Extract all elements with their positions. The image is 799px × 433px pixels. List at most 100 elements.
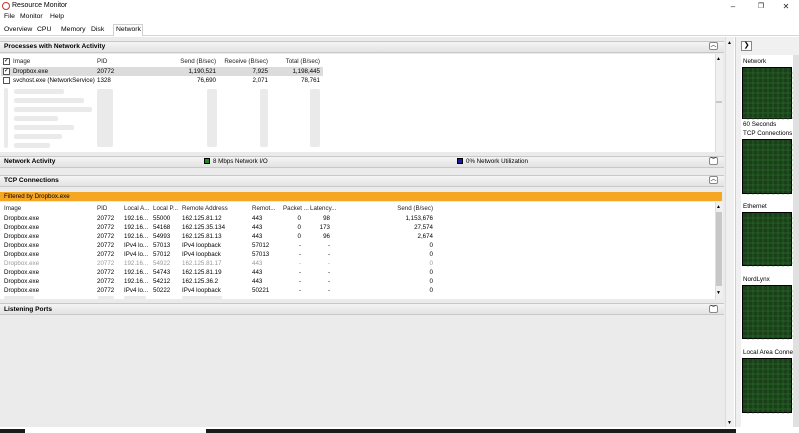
chevron-up-icon[interactable]: ︿: [709, 176, 718, 184]
scroll-down-icon[interactable]: ▼: [716, 290, 721, 296]
col-latency[interactable]: Latency...: [310, 205, 336, 212]
maximize-button[interactable]: ❐: [748, 0, 774, 13]
col-pid[interactable]: PID: [97, 205, 107, 212]
tcp-cell-image: Dropbox.exe: [4, 260, 40, 267]
chevron-down-icon[interactable]: ﹀: [709, 305, 718, 313]
chevron-up-icon[interactable]: ︿: [709, 42, 718, 50]
tcp-cell-rport: 57013: [252, 251, 270, 258]
graph-scrollbar[interactable]: [793, 55, 799, 427]
process-pid: 1328: [97, 77, 111, 84]
tab-network[interactable]: Network: [116, 26, 141, 33]
tcp-cell-lport: 57012: [153, 251, 171, 258]
tcp-cell-image: Dropbox.exe: [4, 269, 40, 276]
tab-disk[interactable]: Disk: [91, 26, 104, 33]
col-total[interactable]: Total (B/sec): [272, 58, 320, 65]
col-send[interactable]: Send (B/sec): [160, 58, 216, 65]
chevron-down-icon[interactable]: ﹀: [709, 157, 718, 165]
row-checkbox[interactable]: [3, 77, 10, 84]
col-remote-address[interactable]: Remote Address: [182, 205, 228, 212]
col-image[interactable]: Image: [13, 58, 30, 65]
tcp-cell-laddr: 192.16...: [124, 269, 149, 276]
select-all-checkbox[interactable]: ✓: [3, 58, 10, 65]
network-activity-section-header[interactable]: [0, 156, 724, 168]
scroll-up-icon[interactable]: ▲: [716, 204, 721, 210]
tcp-cell-lat: -: [327, 278, 330, 285]
tcp-cell-rport: 443: [252, 215, 263, 222]
processes-section-header[interactable]: [0, 41, 724, 53]
tcp-cell-laddr: IPv4 lo...: [124, 287, 149, 294]
tcp-section-title: TCP Connections: [4, 177, 59, 184]
col-local-address[interactable]: Local A...: [124, 205, 149, 212]
tcp-cell-loss: -: [298, 260, 301, 267]
menu-help[interactable]: Help: [50, 13, 64, 20]
col-send[interactable]: Send (B/sec): [380, 205, 433, 212]
tcp-cell-lat: 96: [323, 233, 330, 240]
graph-title-tcp: TCP Connections: [743, 130, 793, 137]
ethernet-graph: [742, 212, 793, 267]
tcp-cell-send: 1,153,676: [405, 215, 433, 222]
listening-ports-section-header[interactable]: [0, 303, 724, 315]
tcp-cell-lat: 98: [323, 215, 330, 222]
main-scrollbar[interactable]: [725, 37, 734, 427]
tcp-cell-raddr: 162.125.81.13: [182, 233, 222, 240]
expand-button[interactable]: ❯: [741, 41, 752, 51]
tcp-cell-pid: 20772: [97, 242, 115, 249]
network-io-legend-swatch: [204, 158, 210, 164]
tcp-cell-loss: -: [298, 242, 301, 249]
tcp-cell-pid: 20772: [97, 251, 115, 258]
tab-memory[interactable]: Memory: [61, 26, 86, 33]
listening-ports-title: Listening Ports: [4, 306, 52, 313]
tab-overview[interactable]: Overview: [4, 26, 32, 33]
minimize-button[interactable]: –: [720, 0, 746, 13]
scroll-thumb[interactable]: [716, 101, 722, 103]
tcp-cell-loss: -: [298, 278, 301, 285]
tcp-cell-raddr: 162.125.36.2: [182, 278, 219, 285]
scroll-down-icon[interactable]: ▼: [727, 420, 732, 426]
col-remote-port[interactable]: Remot...: [252, 205, 275, 212]
tcp-cell-image: Dropbox.exe: [4, 224, 40, 231]
network-utilization-legend-swatch: [457, 158, 463, 164]
menu-monitor[interactable]: Monitor: [20, 13, 43, 20]
tcp-cell-pid: 20772: [97, 260, 115, 267]
tcp-cell-rport: 50221: [252, 287, 270, 294]
tcp-cell-laddr: 192.16...: [124, 260, 149, 267]
processes-scrollbar[interactable]: [715, 54, 723, 152]
process-pid: 20772: [97, 68, 115, 75]
tcp-cell-loss: 0: [297, 215, 301, 222]
blurred-rows: [2, 86, 324, 150]
title-bar: [0, 0, 799, 13]
graph-title-local-area: Local Area Conne: [743, 349, 794, 356]
tcp-cell-image: Dropbox.exe: [4, 215, 40, 222]
tcp-cell-send: 0: [429, 260, 433, 267]
col-image[interactable]: Image: [4, 205, 21, 212]
tcp-cell-image: Dropbox.exe: [4, 233, 40, 240]
tcp-cell-rport: 443: [252, 224, 263, 231]
tcp-cell-lport: 54212: [153, 278, 171, 285]
col-pid[interactable]: PID: [97, 58, 107, 65]
tab-cpu[interactable]: CPU: [37, 26, 51, 33]
local-area-graph: [742, 358, 793, 414]
tcp-cell-lport: 54922: [153, 260, 171, 267]
tcp-graph: [742, 139, 793, 195]
scroll-up-icon[interactable]: ▲: [727, 40, 732, 46]
col-packet-loss[interactable]: Packet ...: [283, 205, 309, 212]
close-button[interactable]: ✕: [773, 0, 799, 13]
tcp-section-header[interactable]: [0, 175, 724, 187]
tcp-cell-raddr: IPv4 loopback: [182, 287, 221, 294]
menu-file[interactable]: File: [4, 13, 15, 20]
tcp-cell-raddr: 162.125.81.17: [182, 260, 222, 267]
tcp-cell-lat: -: [327, 251, 330, 258]
scroll-up-icon[interactable]: ▲: [716, 56, 721, 62]
tcp-cell-loss: 0: [297, 224, 301, 231]
col-local-port[interactable]: Local P...: [153, 205, 178, 212]
process-receive: 7,925: [252, 68, 268, 75]
tcp-cell-lport: 54743: [153, 269, 171, 276]
col-receive[interactable]: Receive (B/sec): [220, 58, 268, 65]
tcp-cell-loss: -: [298, 251, 301, 258]
network-activity-title: Network Activity: [4, 158, 56, 165]
row-checkbox[interactable]: ✓: [3, 68, 10, 75]
tcp-cell-send: 0: [429, 251, 433, 258]
scroll-thumb[interactable]: [716, 212, 722, 286]
tcp-cell-image: Dropbox.exe: [4, 278, 40, 285]
tcp-cell-lat: 173: [319, 224, 330, 231]
